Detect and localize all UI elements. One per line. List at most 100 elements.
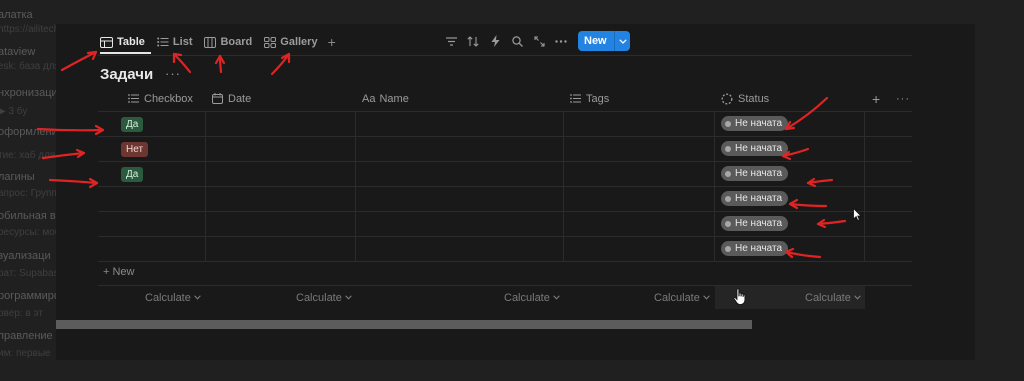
column-header-label: Date xyxy=(228,92,252,105)
background-sidebar-text: тие: хаб для xyxy=(0,150,56,161)
search-icon xyxy=(511,35,523,47)
sort-button[interactable] xyxy=(462,30,484,52)
status-label: Не начата xyxy=(735,118,783,129)
view-tabs: Table List Board Gallery + xyxy=(100,30,336,54)
expand-icon xyxy=(533,35,545,47)
background-sidebar-text: ataview xyxy=(0,46,36,58)
calculate-row: Calculate Calculate Calculate Calculate … xyxy=(98,286,912,309)
table-row[interactable] xyxy=(98,111,912,136)
background-sidebar-text: обильная в xyxy=(0,210,56,222)
tab-board[interactable]: Board xyxy=(204,30,252,54)
status-dot-icon xyxy=(725,170,731,177)
status-label: Не начата xyxy=(735,193,783,204)
list-icon xyxy=(157,37,169,47)
status-label: Не начата xyxy=(735,243,783,254)
background-sidebar-text: рвер: в эт xyxy=(0,308,43,319)
tab-gallery[interactable]: Gallery xyxy=(264,30,318,54)
new-button-label: New xyxy=(584,35,607,47)
new-options-button[interactable] xyxy=(615,38,630,44)
calculate-label: Calculate xyxy=(504,291,550,304)
status-badge[interactable]: Не начата xyxy=(721,216,789,231)
status-label: Не начата xyxy=(735,218,783,229)
column-header-checkbox[interactable]: Checkbox xyxy=(128,87,193,110)
status-dot-icon xyxy=(725,220,731,227)
search-button[interactable] xyxy=(506,30,528,52)
background-sidebar-text: ресурсы: мобил xyxy=(0,227,56,238)
background-sidebar: алатка https://ailitech ataview esk: база д… xyxy=(0,0,56,381)
tab-table-label: Table xyxy=(117,36,145,48)
background-bottom-area xyxy=(56,360,976,381)
calculate-tags[interactable]: Calculate xyxy=(654,286,710,309)
column-header-label: Name xyxy=(379,92,409,105)
table-row[interactable] xyxy=(98,211,912,236)
tab-table[interactable]: Table xyxy=(100,30,145,54)
background-sidebar-text: алатка xyxy=(0,9,33,21)
view-toolbar xyxy=(440,30,572,52)
grid-line xyxy=(98,261,912,262)
chevron-down-icon xyxy=(345,295,352,300)
status-badge[interactable]: Не начата xyxy=(721,166,789,181)
status-label: Не начата xyxy=(735,168,783,179)
text-icon: Aa xyxy=(362,92,376,105)
toolbar-divider xyxy=(98,55,912,56)
list-icon xyxy=(570,94,581,103)
calculate-label: Calculate xyxy=(654,291,700,304)
status-badge[interactable]: Не начата xyxy=(721,241,789,256)
arrow-cursor-icon xyxy=(853,208,862,221)
calculate-status[interactable]: Calculate xyxy=(805,286,861,309)
page-title[interactable]: Задачи xyxy=(100,66,153,83)
status-badge[interactable]: Не начата xyxy=(721,141,789,156)
expand-button[interactable] xyxy=(528,30,550,52)
sort-icon xyxy=(467,35,479,47)
calculate-name[interactable]: Calculate xyxy=(504,286,560,309)
column-header-status[interactable]: Status xyxy=(721,87,769,110)
title-more-button[interactable]: ··· xyxy=(165,66,181,81)
chevron-down-icon xyxy=(553,295,560,300)
table-row[interactable] xyxy=(98,236,912,261)
tab-board-label: Board xyxy=(220,36,253,48)
column-header-tags[interactable]: Tags xyxy=(570,87,609,110)
chevron-down-icon xyxy=(618,38,627,44)
checkbox-value-badge[interactable]: Нет xyxy=(121,142,149,157)
horizontal-scrollbar[interactable] xyxy=(56,320,752,329)
table-row[interactable] xyxy=(98,186,912,211)
background-sidebar-text: им: первые xyxy=(0,348,51,359)
tab-list-label: List xyxy=(172,36,193,48)
filter-button[interactable] xyxy=(440,30,462,52)
checkbox-value-badge[interactable]: Да xyxy=(121,117,144,132)
status-dot-icon xyxy=(725,120,731,127)
new-button[interactable]: New xyxy=(578,31,630,51)
table-row[interactable] xyxy=(98,161,912,186)
status-badge[interactable]: Не начата xyxy=(721,191,789,206)
tab-list[interactable]: List xyxy=(157,30,193,54)
status-label: Не начата xyxy=(735,143,783,154)
calculate-label: Calculate xyxy=(145,291,191,304)
table-icon xyxy=(100,36,113,48)
header-more-button[interactable]: ··· xyxy=(896,87,910,110)
status-dot-icon xyxy=(725,145,731,152)
column-header-label: Checkbox xyxy=(144,92,193,105)
filter-icon xyxy=(445,36,457,46)
status-dot-icon xyxy=(725,195,731,202)
background-sidebar-text: ▶ 3 бу xyxy=(0,106,28,117)
chevron-down-icon xyxy=(703,295,710,300)
add-row-button[interactable]: + New xyxy=(103,266,135,278)
background-sidebar-text: нхронизаци xyxy=(0,87,56,99)
checkbox-value-badge[interactable]: Да xyxy=(121,167,144,182)
calculate-date[interactable]: Calculate xyxy=(296,286,352,309)
table-row[interactable] xyxy=(98,136,912,161)
background-sidebar-text: апрос: Группы xyxy=(0,188,56,199)
calculate-checkbox[interactable]: Calculate xyxy=(145,286,201,309)
more-icon xyxy=(555,39,567,43)
add-view-button[interactable]: + xyxy=(328,34,336,50)
column-header-label: Status xyxy=(738,92,770,105)
add-property-button[interactable]: + xyxy=(872,87,880,110)
more-button[interactable] xyxy=(550,30,572,52)
column-header-date[interactable]: Date xyxy=(212,87,251,110)
automation-button[interactable] xyxy=(484,30,506,52)
status-dot-icon xyxy=(725,245,731,252)
hand-cursor-icon xyxy=(733,288,746,305)
background-sidebar-text: лагины xyxy=(0,171,35,183)
status-badge[interactable]: Не начата xyxy=(721,116,789,131)
column-header-name[interactable]: Aa Name xyxy=(362,87,409,110)
